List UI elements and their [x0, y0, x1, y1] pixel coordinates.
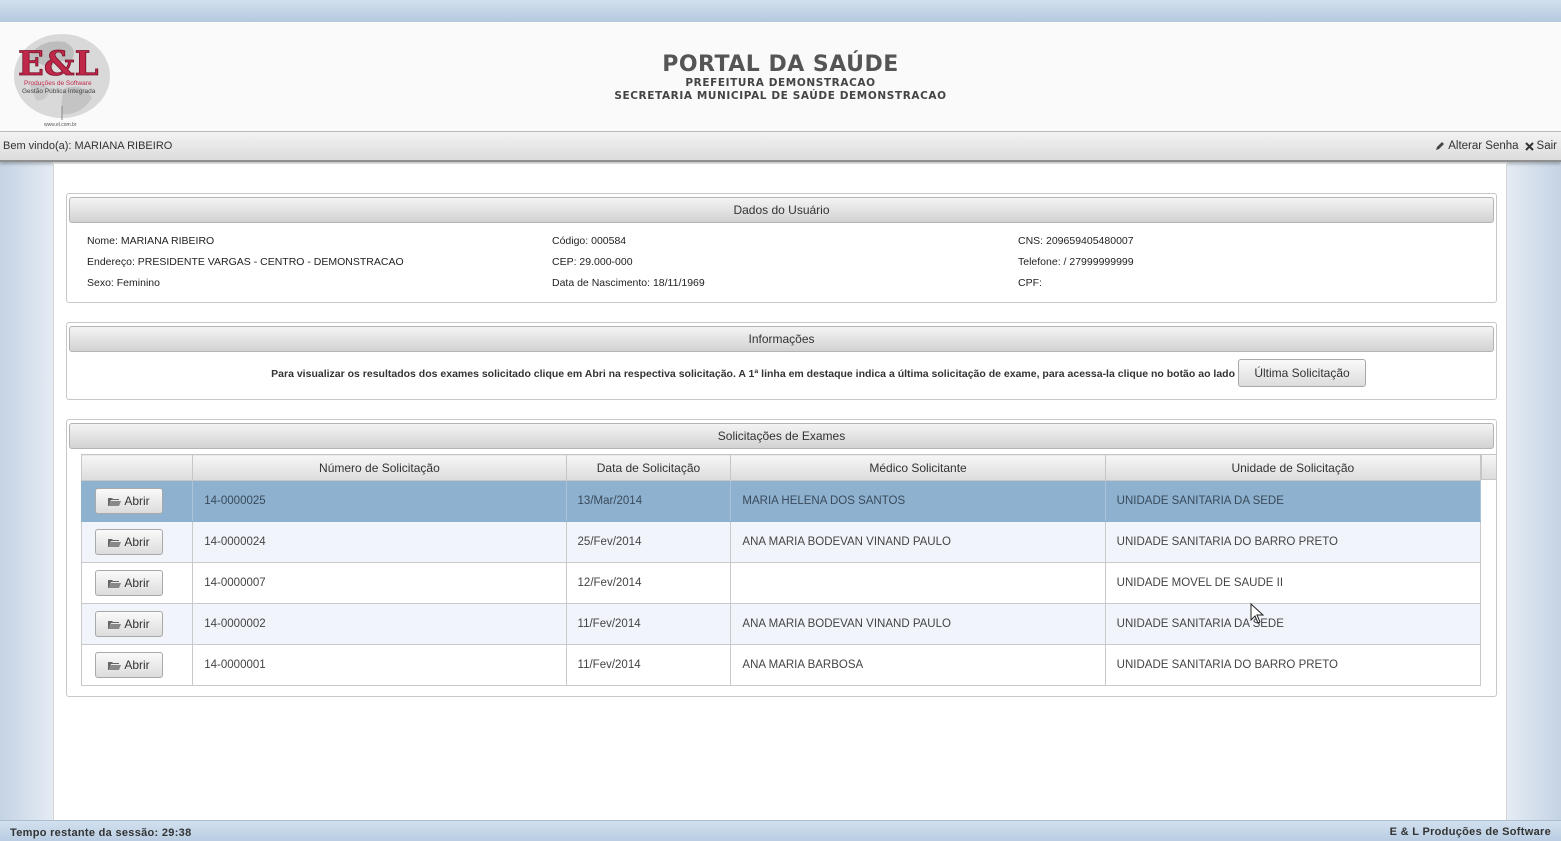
- info-header: Informações: [69, 326, 1494, 352]
- action-cell: Abrir: [80, 603, 194, 645]
- logout-label: Sair: [1536, 140, 1557, 152]
- page-header: E&L Produções de Software Gestão Pública…: [0, 22, 1561, 132]
- column-header-action: [80, 454, 194, 481]
- column-header-date[interactable]: Data de Solicitação: [565, 454, 732, 481]
- request-date: 11/Fev/2014: [565, 603, 732, 645]
- user-cpf: CPF:: [1018, 277, 1042, 289]
- folder-open-icon: [108, 498, 122, 506]
- table-row[interactable]: Abrir 14-0000025 13/Mar/2014 MARIA HELEN…: [80, 480, 1482, 522]
- logout-link[interactable]: Sair: [1524, 140, 1557, 152]
- action-cell: Abrir: [80, 562, 194, 604]
- table-row[interactable]: Abrir 14-0000024 25/Fev/2014 ANA MARIA B…: [80, 521, 1482, 563]
- open-request-button[interactable]: Abrir: [95, 611, 163, 637]
- svg-text:www.el.com.br: www.el.com.br: [44, 122, 77, 128]
- portal-subtitle-prefeitura: PREFEITURA DEMONSTRACAO: [685, 77, 876, 89]
- user-name: Nome: MARIANA RIBEIRO: [87, 235, 215, 247]
- action-cell: Abrir: [80, 480, 194, 522]
- request-number: 14-0000007: [192, 562, 567, 604]
- close-icon: [1524, 141, 1534, 151]
- user-cns: CNS: 209659405480007: [1018, 235, 1134, 247]
- request-doctor: ANA MARIA BARBOSA: [730, 644, 1106, 686]
- open-label: Abrir: [124, 617, 150, 631]
- main-content: Dados do Usuário Nome: MARIANA RIBEIRO E…: [53, 164, 1507, 820]
- pencil-icon: [1436, 142, 1445, 150]
- request-date: 25/Fev/2014: [565, 521, 732, 563]
- user-code: Código: 000584: [552, 235, 627, 247]
- user-phone: Telefone: / 27999999999: [1018, 256, 1134, 268]
- last-request-button[interactable]: Última Solicitação: [1238, 359, 1366, 387]
- column-header-unit[interactable]: Unidade de Solicitação: [1104, 454, 1482, 481]
- folder-open-icon: [108, 662, 122, 670]
- requests-header: Solicitações de Exames: [69, 423, 1494, 449]
- request-doctor: ANA MARIA BODEVAN VINAND PAULO: [730, 603, 1106, 645]
- user-sex: Sexo: Feminino: [87, 277, 160, 289]
- open-request-button[interactable]: Abrir: [95, 488, 163, 514]
- company-credit: E & L Produções de Software: [1389, 826, 1551, 838]
- request-unit: UNIDADE SANITARIA DO BARRO PRETO: [1104, 521, 1482, 563]
- user-data-grid: Nome: MARIANA RIBEIRO Endereço: PRESIDEN…: [67, 223, 1496, 291]
- request-date: 13/Mar/2014: [565, 480, 732, 522]
- user-address: Endereço: PRESIDENTE VARGAS - CENTRO - D…: [87, 256, 404, 268]
- open-request-button[interactable]: Abrir: [95, 570, 163, 596]
- request-number: 14-0000024: [192, 521, 567, 563]
- mouse-cursor-icon: [1250, 603, 1265, 624]
- table-row[interactable]: Abrir 14-0000001 11/Fev/2014 ANA MARIA B…: [80, 644, 1482, 686]
- requests-table: Número de Solicitação Data de Solicitaçã…: [80, 454, 1482, 686]
- request-doctor: MARIA HELENA DOS SANTOS: [730, 480, 1106, 522]
- info-panel: Informações Para visualizar os resultado…: [66, 322, 1497, 400]
- user-data-panel: Dados do Usuário Nome: MARIANA RIBEIRO E…: [66, 193, 1497, 303]
- folder-open-icon: [108, 539, 122, 547]
- request-doctor: ANA MARIA BODEVAN VINAND PAULO: [730, 521, 1106, 563]
- column-header-number[interactable]: Número de Solicitação: [192, 454, 567, 481]
- user-bar: Bem vindo(a): MARIANA RIBEIRO Alterar Se…: [0, 132, 1561, 162]
- status-footer: Tempo restante da sessão: 29:38 E & L Pr…: [0, 820, 1561, 841]
- request-doctor: [730, 562, 1106, 604]
- user-cep: CEP: 29.000-000: [552, 256, 633, 268]
- open-label: Abrir: [124, 658, 150, 672]
- change-password-label: Alterar Senha: [1448, 140, 1519, 152]
- requests-panel: Solicitações de Exames Número de Solicit…: [66, 419, 1497, 697]
- action-cell: Abrir: [80, 644, 194, 686]
- open-request-button[interactable]: Abrir: [95, 529, 163, 555]
- request-unit: UNIDADE SANITARIA DA SEDE: [1104, 480, 1482, 522]
- folder-open-icon: [108, 621, 122, 629]
- open-request-button[interactable]: Abrir: [95, 652, 163, 678]
- request-date: 11/Fev/2014: [565, 644, 732, 686]
- table-header-row: Número de Solicitação Data de Solicitaçã…: [80, 454, 1482, 481]
- table-row[interactable]: Abrir 14-0000002 11/Fev/2014 ANA MARIA B…: [80, 603, 1482, 645]
- portal-subtitle-secretaria: SECRETARIA MUNICIPAL DE SAÚDE DEMONSTRAC…: [614, 90, 947, 102]
- user-actions: Alterar Senha Sair: [1435, 140, 1557, 152]
- welcome-text: Bem vindo(a): MARIANA RIBEIRO: [3, 140, 173, 152]
- open-label: Abrir: [124, 535, 150, 549]
- session-timer: Tempo restante da sessão: 29:38: [10, 827, 192, 839]
- request-number: 14-0000002: [192, 603, 567, 645]
- request-number: 14-0000025: [192, 480, 567, 522]
- action-cell: Abrir: [80, 521, 194, 563]
- table-row[interactable]: Abrir 14-0000007 12/Fev/2014 UNIDADE MOV…: [80, 562, 1482, 604]
- open-label: Abrir: [124, 494, 150, 508]
- request-unit: UNIDADE MOVEL DE SAUDE II: [1104, 562, 1482, 604]
- request-unit: UNIDADE SANITARIA DA SEDE: [1104, 603, 1482, 645]
- portal-title-block: PORTAL DA SAÚDE PREFEITURA DEMONSTRACAO …: [0, 52, 1561, 103]
- change-password-link[interactable]: Alterar Senha: [1435, 140, 1519, 152]
- folder-open-icon: [108, 580, 122, 588]
- open-label: Abrir: [124, 576, 150, 590]
- portal-title: PORTAL DA SAÚDE: [662, 52, 899, 77]
- request-date: 12/Fev/2014: [565, 562, 732, 604]
- table-scrollbar-header: [1481, 454, 1497, 480]
- info-text: Para visualizar os resultados dos exames…: [271, 368, 1235, 380]
- request-unit: UNIDADE SANITARIA DO BARRO PRETO: [1104, 644, 1482, 686]
- user-birthdate: Data de Nascimento: 18/11/1969: [552, 277, 705, 289]
- top-bar: [0, 0, 1561, 22]
- user-data-header: Dados do Usuário: [69, 197, 1494, 223]
- column-header-doctor[interactable]: Médico Solicitante: [730, 454, 1106, 481]
- request-number: 14-0000001: [192, 644, 567, 686]
